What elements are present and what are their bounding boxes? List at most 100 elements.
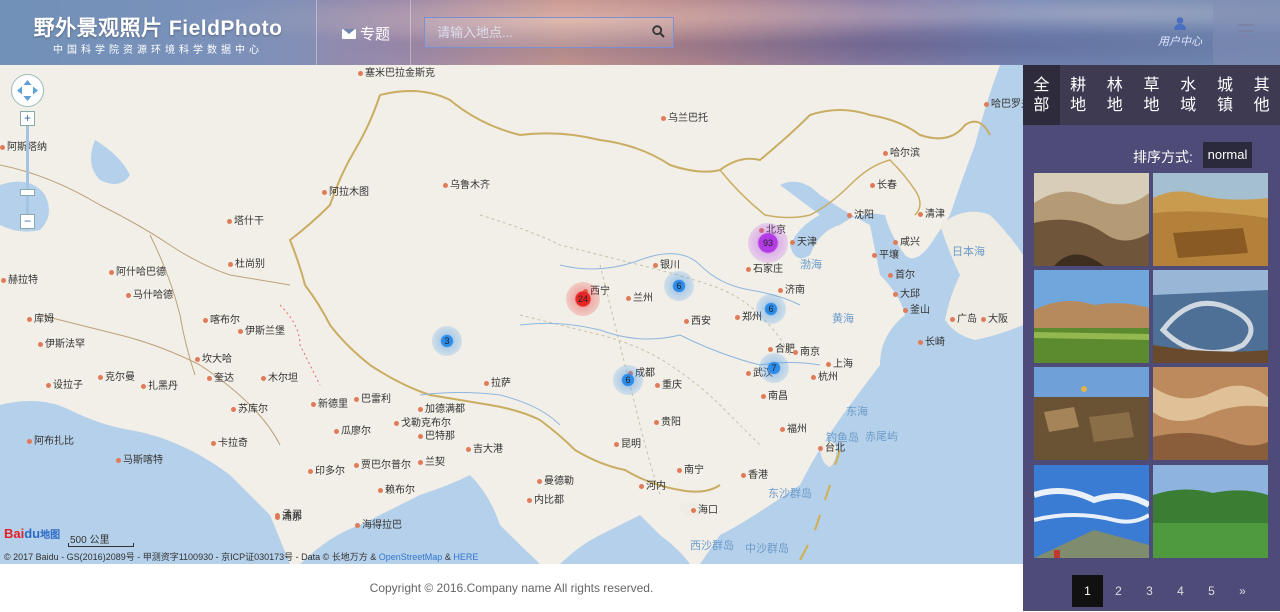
zoom-out-button[interactable]: − xyxy=(20,214,35,229)
map-place-label: 新德里 xyxy=(311,400,348,410)
place-dot-icon xyxy=(322,189,327,195)
map-place-label: 哈尔滨 xyxy=(883,149,920,159)
sort-select[interactable]: normal xyxy=(1203,142,1252,168)
search-icon[interactable] xyxy=(652,25,665,38)
map-place-label: 海得拉巴 xyxy=(355,521,402,531)
map-place-label: 兰契 xyxy=(418,458,445,468)
zoom-in-button[interactable]: + xyxy=(20,111,35,126)
next-page-button[interactable]: » xyxy=(1227,575,1258,607)
zoom-handle[interactable] xyxy=(20,189,35,196)
here-link[interactable]: HERE xyxy=(453,552,478,562)
page-button[interactable]: 5 xyxy=(1196,575,1227,607)
photo-panel: 全部耕地林地草地水域城镇其他 排序方式: normal 1 2 3 4 5» xyxy=(1023,65,1280,611)
menu-toggle[interactable] xyxy=(1213,0,1280,65)
category-tab[interactable]: 草地 xyxy=(1133,65,1170,125)
map-scale-bar xyxy=(68,543,134,547)
place-dot-icon xyxy=(228,261,233,267)
photo-thumbnail[interactable] xyxy=(1034,173,1149,266)
place-dot-icon xyxy=(116,457,121,463)
photo-cluster-marker[interactable]: 7 xyxy=(759,353,789,383)
cluster-count: 6 xyxy=(768,304,774,314)
place-dot-icon xyxy=(768,346,773,352)
map-place-label: 昆明 xyxy=(614,440,641,450)
map-place-label: 奎达 xyxy=(207,374,234,384)
topic-button[interactable]: 专题 xyxy=(342,23,390,44)
baidu-map-logo: Baidu地图 xyxy=(4,526,61,541)
map-place-label: 银川 xyxy=(653,261,680,271)
place-dot-icon xyxy=(231,406,236,412)
map-sea-label: 东海 xyxy=(846,406,868,418)
place-dot-icon xyxy=(981,316,986,322)
place-dot-icon xyxy=(883,150,888,156)
category-tab[interactable]: 其他 xyxy=(1243,65,1280,125)
place-dot-icon xyxy=(27,316,32,322)
map-sea-label: 西沙群岛 xyxy=(690,540,734,552)
photo-thumbnail[interactable] xyxy=(1034,465,1149,558)
place-dot-icon xyxy=(261,375,266,381)
place-dot-icon xyxy=(818,445,823,451)
place-dot-icon xyxy=(677,467,682,473)
map-place-label: 乌鲁木齐 xyxy=(443,181,490,191)
place-dot-icon xyxy=(527,497,532,503)
photo-thumbnail[interactable] xyxy=(1153,270,1268,363)
photo-thumbnail[interactable] xyxy=(1153,367,1268,460)
header-divider xyxy=(410,0,411,65)
photo-thumbnail[interactable] xyxy=(1153,173,1268,266)
site-logo[interactable]: 野外景观照片 FieldPhoto 中国科学院资源环境科学数据中心 xyxy=(0,0,316,65)
envelope-icon xyxy=(342,28,356,39)
photo-thumbnail[interactable] xyxy=(1153,465,1268,558)
photo-thumbnail[interactable] xyxy=(1034,270,1149,363)
map-place-label: 南京 xyxy=(793,348,820,358)
map-place-label: 马什哈德 xyxy=(126,291,173,301)
map-place-label: 长崎 xyxy=(918,338,945,348)
place-dot-icon xyxy=(484,380,489,386)
map-place-label: 南宁 xyxy=(677,466,704,476)
category-tab[interactable]: 耕地 xyxy=(1060,65,1097,125)
map-place-label: 香港 xyxy=(741,471,768,481)
category-tab[interactable]: 城镇 xyxy=(1207,65,1244,125)
place-dot-icon xyxy=(761,393,766,399)
map-pan-control[interactable] xyxy=(11,74,44,107)
map-sea-label: 东沙群岛 xyxy=(768,488,812,500)
page-button[interactable]: 1 xyxy=(1072,575,1103,607)
map-place-label: 平壤 xyxy=(872,251,899,261)
map-place-label: 塔什干 xyxy=(227,217,264,227)
user-center-link[interactable]: 用户中心 xyxy=(1152,16,1208,49)
topic-label: 专题 xyxy=(360,26,391,43)
place-dot-icon xyxy=(0,144,5,150)
map-place-label: 南昌 xyxy=(761,392,788,402)
photo-cluster-marker[interactable]: 93 xyxy=(748,223,788,263)
map-view[interactable]: 塞米巴拉金斯克乌兰巴托哈巴罗夫斯克阿斯塔纳哈尔滨阿拉木图乌鲁木齐长春沈阳塔什干杜… xyxy=(0,65,1023,564)
place-dot-icon xyxy=(203,317,208,323)
map-place-label: 阿什哈巴德 xyxy=(109,268,166,278)
photo-cluster-marker[interactable]: 6 xyxy=(613,365,643,395)
page-button[interactable]: 3 xyxy=(1134,575,1165,607)
place-dot-icon xyxy=(109,269,114,275)
map-place-label: 沈阳 xyxy=(847,211,874,221)
category-tab[interactable]: 水域 xyxy=(1170,65,1207,125)
map-place-label: 吉大港 xyxy=(466,445,503,455)
map-place-label: 曼德勒 xyxy=(537,477,574,487)
photo-cluster-marker[interactable]: 3 xyxy=(432,326,462,356)
map-place-label: 天津 xyxy=(790,238,817,248)
search-input[interactable] xyxy=(425,18,645,47)
map-sea-label: 赤尾屿 xyxy=(865,431,898,443)
place-dot-icon xyxy=(334,428,339,434)
cluster-count: 93 xyxy=(762,238,773,248)
page-button[interactable]: 4 xyxy=(1165,575,1196,607)
place-dot-icon xyxy=(870,182,875,188)
photo-cluster-marker[interactable]: 6 xyxy=(756,294,786,324)
map-place-label: 杜尚别 xyxy=(228,260,265,270)
place-dot-icon xyxy=(918,339,923,345)
site-subtitle: 中国科学院资源环境科学数据中心 xyxy=(53,45,263,56)
photo-cluster-marker[interactable]: 6 xyxy=(664,271,694,301)
page-button[interactable]: 2 xyxy=(1103,575,1134,607)
zoom-track[interactable] xyxy=(26,126,29,214)
category-tab[interactable]: 全部 xyxy=(1023,65,1060,125)
photo-thumbnail[interactable] xyxy=(1034,367,1149,460)
map-place-label: 阿拉木图 xyxy=(322,188,369,198)
place-dot-icon xyxy=(354,462,359,468)
category-tab[interactable]: 林地 xyxy=(1096,65,1133,125)
openstreetmap-link[interactable]: OpenStreetMap xyxy=(379,552,443,562)
photo-cluster-marker[interactable]: 24 xyxy=(566,282,600,316)
